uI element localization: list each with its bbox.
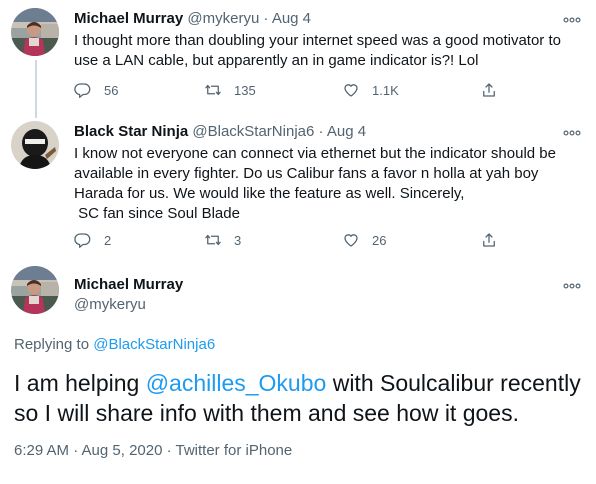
tweet-actions: 2 3 26 xyxy=(74,230,514,250)
author-handle[interactable]: @BlackStarNinja6 xyxy=(192,123,314,140)
retweet-icon xyxy=(204,231,222,249)
share-icon xyxy=(480,231,498,249)
reply-button[interactable]: 2 xyxy=(74,230,111,250)
author-name[interactable]: Black Star Ninja xyxy=(74,123,188,140)
like-count: 26 xyxy=(372,232,387,248)
retweet-count: 135 xyxy=(234,82,256,98)
separator-dot: · xyxy=(318,123,324,140)
reply-count: 56 xyxy=(104,82,119,98)
text-segment: with Soulcalibur recently xyxy=(326,370,581,396)
tweet-text: I thought more than doubling your intern… xyxy=(74,31,584,71)
thread-line xyxy=(35,112,37,118)
like-button[interactable]: 1.1K xyxy=(342,80,399,100)
tweet-text-line: use a LAN cable, but apparently an in ga… xyxy=(74,52,479,69)
main-tweet-text-line: so I will share info with them and see h… xyxy=(14,400,519,426)
mention-link[interactable]: @achilles_Okubo xyxy=(146,370,327,396)
tweet-header: Black Star Ninja @BlackStarNinja6 · Aug … xyxy=(74,122,366,142)
more-icon[interactable] xyxy=(562,126,582,140)
main-tweet: Michael Murray @mykeryu Replying to @Bla… xyxy=(0,252,596,484)
heart-icon xyxy=(342,231,360,249)
replying-to-label: Replying to xyxy=(14,336,94,353)
author-name[interactable]: Michael Murray xyxy=(74,10,183,27)
replying-to-link[interactable]: @BlackStarNinja6 xyxy=(93,336,215,353)
avatar[interactable] xyxy=(11,266,59,314)
share-icon xyxy=(480,81,498,99)
tweet-text-line: Harada for us. We would like the feature… xyxy=(74,185,465,202)
replying-to: Replying to @BlackStarNinja6 xyxy=(14,335,215,355)
separator-dot: · xyxy=(263,10,269,27)
like-button[interactable]: 26 xyxy=(342,230,386,250)
tweet-header: Michael Murray @mykeryu · Aug 4 xyxy=(74,9,311,29)
tweet-text-line: I know not everyone can connect via ethe… xyxy=(74,145,556,162)
avatar[interactable] xyxy=(11,121,59,169)
tweet-text: I know not everyone can connect via ethe… xyxy=(74,144,584,224)
reply-icon xyxy=(74,81,92,99)
reply-tweet-2[interactable]: Black Star Ninja @BlackStarNinja6 · Aug … xyxy=(0,112,596,252)
more-icon[interactable] xyxy=(562,13,582,27)
share-button[interactable] xyxy=(480,80,498,100)
share-button[interactable] xyxy=(480,230,498,250)
tweet-text-line: SC fan since Soul Blade xyxy=(74,205,240,222)
reply-button[interactable]: 56 xyxy=(74,80,118,100)
main-tweet-text-line: I am helping @achilles_Okubo with Soulca… xyxy=(14,368,584,398)
tweet-actions: 56 135 1.1K xyxy=(74,80,514,100)
tweet-text-line: available in every fighter. Do us Calibu… xyxy=(74,165,539,182)
retweet-icon xyxy=(204,81,222,99)
reply-tweet-1[interactable]: Michael Murray @mykeryu · Aug 4 I though… xyxy=(0,0,596,116)
tweet-date[interactable]: Aug 4 xyxy=(327,123,366,140)
like-count: 1.1K xyxy=(372,82,399,98)
reply-icon xyxy=(74,231,92,249)
text-segment: I am helping xyxy=(14,370,146,396)
author-handle[interactable]: @mykeryu xyxy=(187,10,259,27)
author-handle[interactable]: @mykeryu xyxy=(74,295,146,315)
tweet-text-line: I thought more than doubling your intern… xyxy=(74,32,561,49)
tweet-timestamp[interactable]: 6:29 AM · Aug 5, 2020 · Twitter for iPho… xyxy=(14,441,292,461)
retweet-count: 3 xyxy=(234,232,242,248)
thread-line xyxy=(35,60,37,116)
more-icon[interactable] xyxy=(562,279,582,293)
retweet-button[interactable]: 3 xyxy=(204,230,241,250)
author-name[interactable]: Michael Murray xyxy=(74,275,183,295)
main-tweet-text: I am helping @achilles_Okubo with Soulca… xyxy=(14,368,584,428)
heart-icon xyxy=(342,81,360,99)
reply-count: 2 xyxy=(104,232,112,248)
tweet-date[interactable]: Aug 4 xyxy=(272,10,311,27)
avatar[interactable] xyxy=(11,8,59,56)
retweet-button[interactable]: 135 xyxy=(204,80,256,100)
